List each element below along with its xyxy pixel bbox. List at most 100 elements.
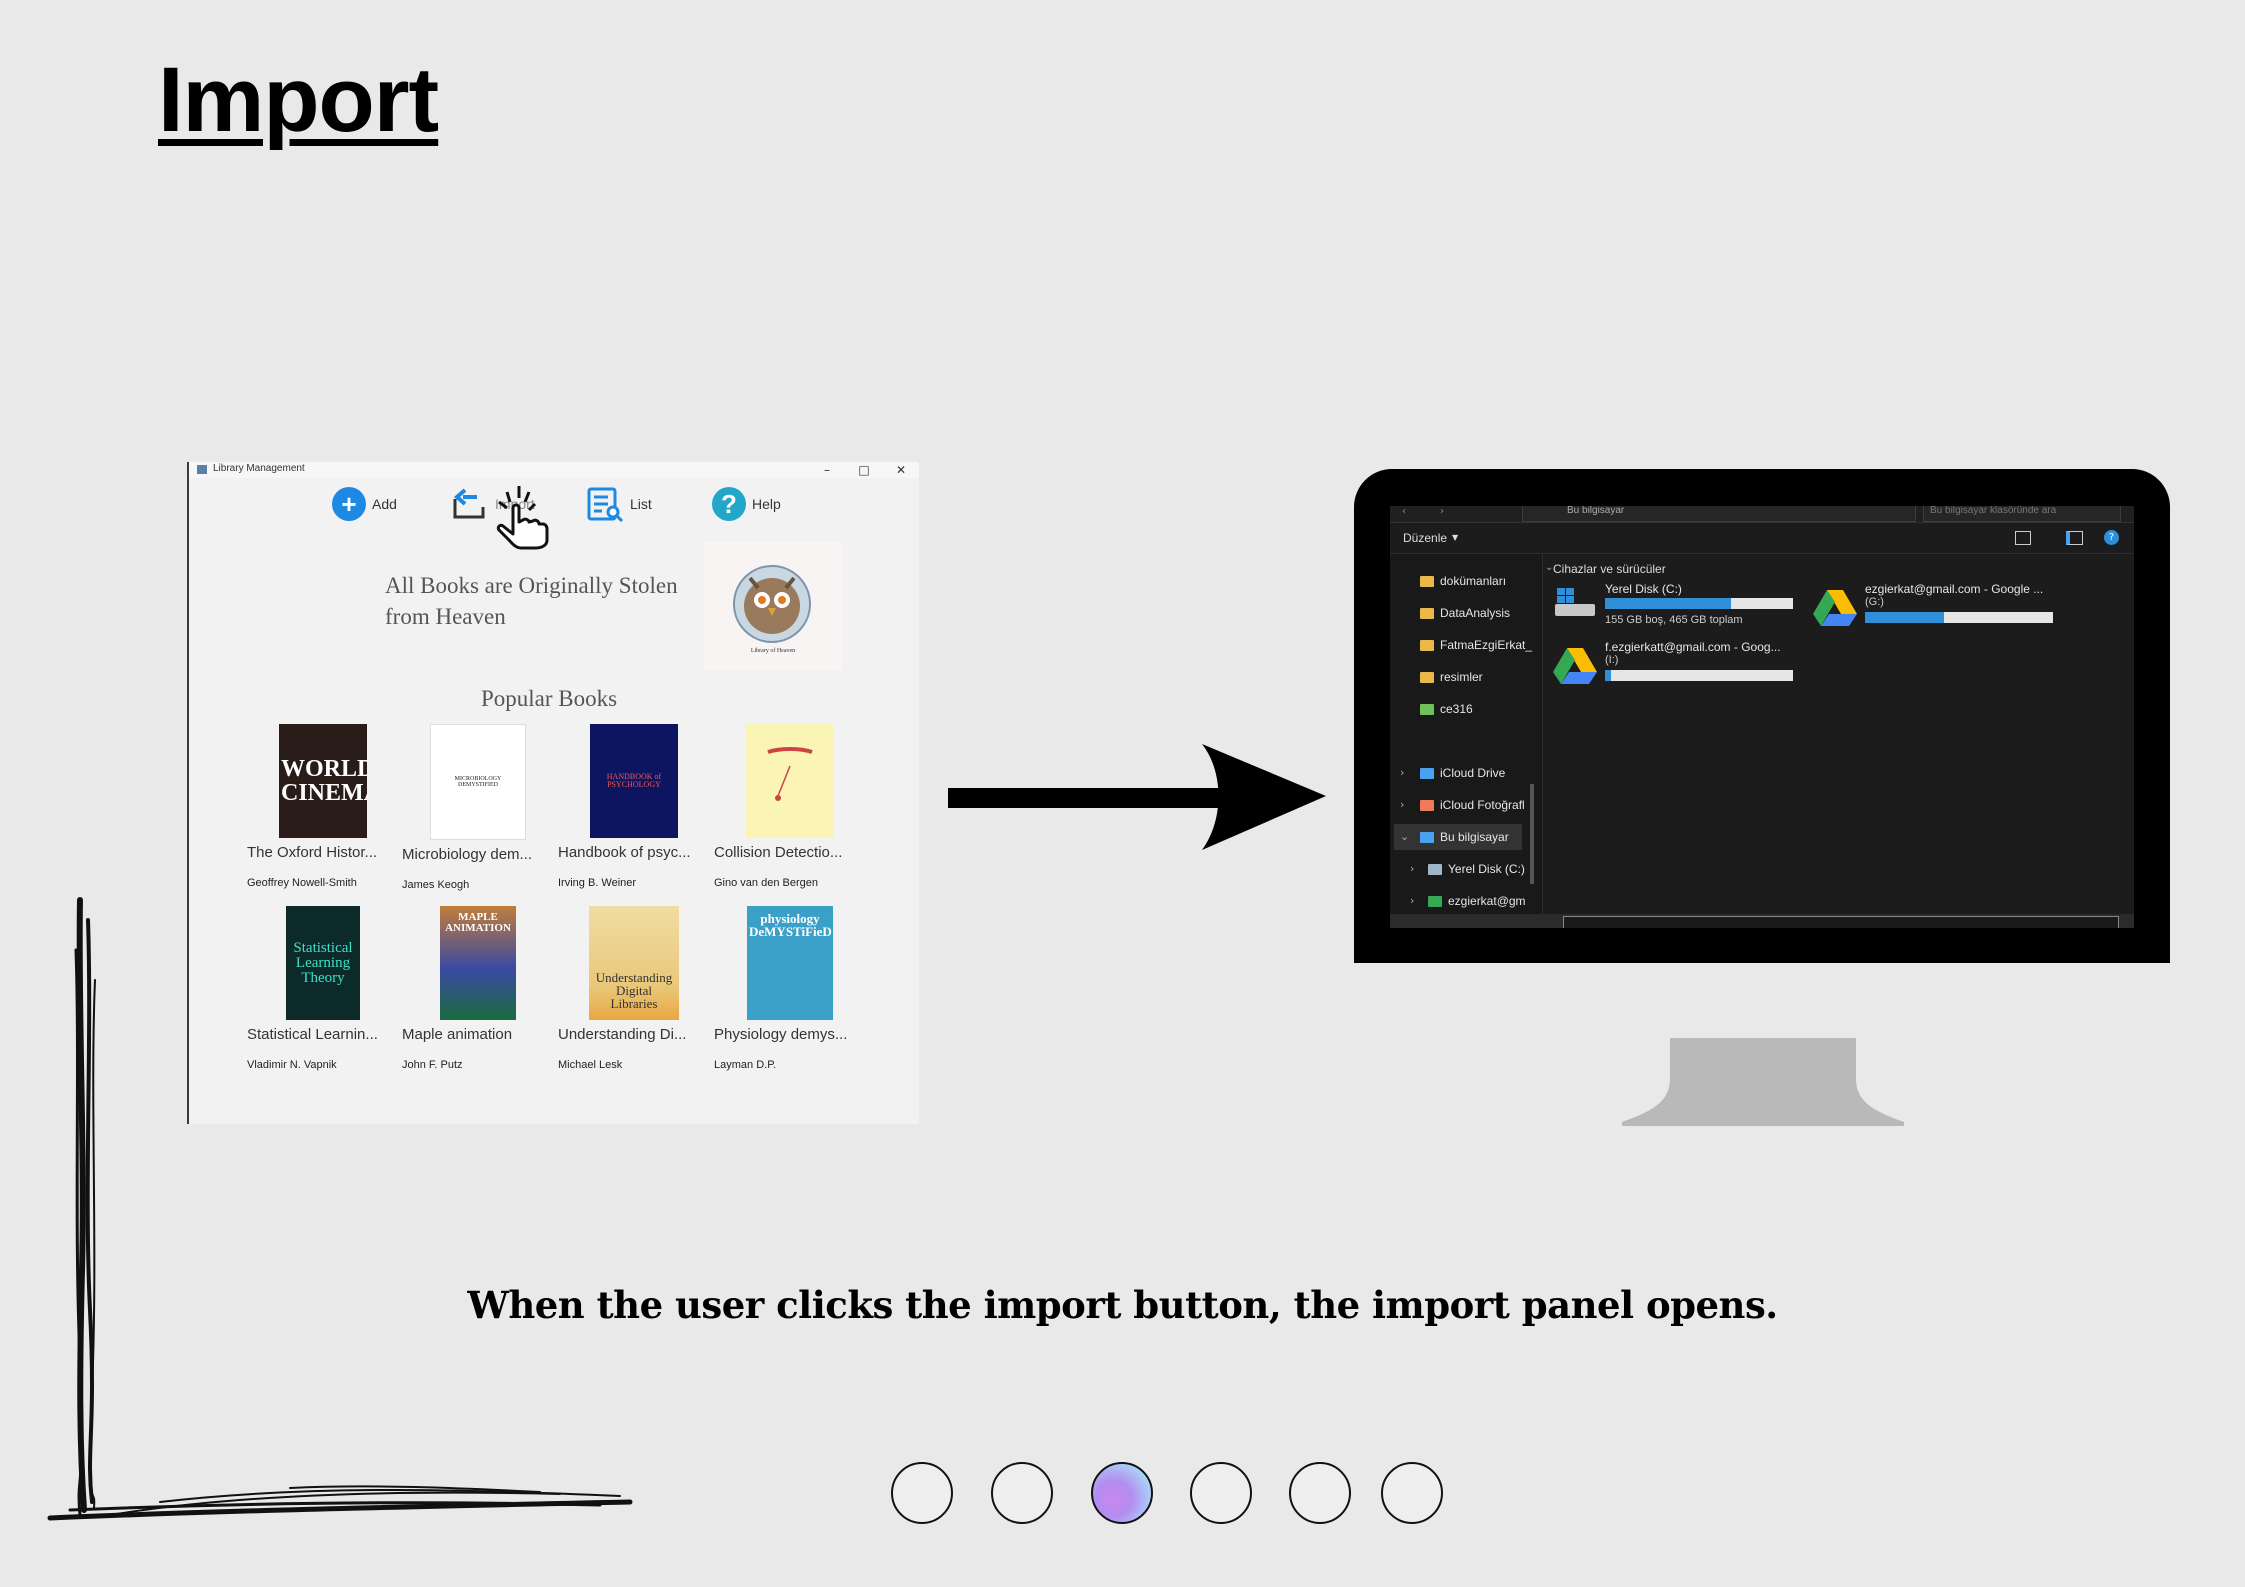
chevron-right-icon[interactable]: › [1400, 798, 1404, 811]
scrollbar[interactable] [1530, 784, 1534, 884]
page-dot-6[interactable] [1381, 1462, 1443, 1524]
plus-icon: + [332, 487, 366, 521]
drive-letter: (I:) [1605, 654, 1619, 666]
book-title: Collision Detectio... [714, 844, 843, 861]
book-card[interactable]: Statistical Learning Theory Statistical … [247, 906, 399, 1071]
back-icon[interactable]: ‹ [1402, 506, 1406, 517]
file-name-bar [1390, 914, 2134, 928]
file-explorer-window: ‹ › Bu bilgisayar Bu bilgisayar klasörün… [1390, 506, 2134, 928]
nav-label: iCloud Fotoğrafl [1440, 798, 1525, 812]
book-cover: HANDBOOK of PSYCHOLOGY [590, 724, 678, 838]
page-dot-2[interactable] [991, 1462, 1053, 1524]
page-dot-3[interactable] [1091, 1462, 1153, 1524]
hard-drive-icon [1555, 588, 1595, 616]
edit-menu-button[interactable]: Düzenle [1403, 531, 1447, 545]
minimize-icon[interactable]: – [818, 462, 836, 478]
nav-item[interactable]: dokümanları [1420, 574, 1506, 588]
file-name-input[interactable] [1563, 916, 2119, 928]
nav-label: resimler [1440, 670, 1483, 684]
nav-item-this-pc[interactable]: Bu bilgisayar [1420, 830, 1509, 844]
forward-icon[interactable]: › [1440, 506, 1444, 517]
folder-icon [1420, 639, 1434, 651]
cover-text: Statistical Learning Theory [293, 939, 353, 986]
book-cover [746, 724, 834, 838]
chevron-right-icon[interactable]: › [1410, 894, 1414, 907]
nav-item[interactable]: ce316 [1420, 702, 1473, 716]
headline: All Books are Originally Stolen from Hea… [385, 573, 678, 629]
nav-item[interactable]: resimler [1420, 670, 1483, 684]
cover-text: MICROBIOLOGY DEMYSTIFIED [454, 776, 502, 788]
close-icon[interactable]: ✕ [892, 462, 910, 478]
book-card[interactable]: MAPLE ANIMATION Maple animation John F. … [402, 906, 554, 1071]
maximize-icon[interactable]: □ [855, 462, 873, 478]
book-cover: physiology DeMYSTiFieD [747, 906, 833, 1020]
nav-label: ezgierkat@gm [1448, 894, 1526, 908]
nav-item[interactable]: iCloud Drive [1420, 766, 1505, 780]
book-cover: MAPLE ANIMATION [440, 906, 516, 1020]
drive-item[interactable]: f.ezgierkatt@gmail.com - Goog... (I:) [1553, 640, 1813, 690]
book-title: Maple animation [402, 1026, 513, 1043]
help-icon[interactable]: ? [2104, 530, 2119, 545]
help-label: Help [752, 496, 781, 512]
chevron-right-icon[interactable]: › [1400, 766, 1404, 779]
add-button[interactable]: + Add [332, 486, 397, 522]
google-drive-icon [1428, 895, 1442, 907]
drive-usage-fill [1865, 612, 1944, 623]
details-pane-icon[interactable] [2066, 531, 2083, 545]
app-window-title: Library Management [213, 463, 305, 474]
nav-item[interactable]: ezgierkat@gm [1428, 894, 1526, 908]
search-input[interactable]: Bu bilgisayar klasöründe ara [1923, 506, 2121, 522]
book-title: Physiology demys... [714, 1026, 848, 1043]
nav-item[interactable]: FatmaEzgiErkat_ [1420, 638, 1532, 652]
book-card[interactable]: physiology DeMYSTiFieD Physiology demys.… [714, 906, 866, 1071]
page-dot-4[interactable] [1190, 1462, 1252, 1524]
chevron-down-icon[interactable]: ⌄ [1400, 830, 1409, 843]
monitor-stand [1622, 1038, 1904, 1126]
book-title: Microbiology dem... [402, 846, 533, 863]
google-drive-icon [1553, 648, 1597, 684]
book-card[interactable]: HANDBOOK of PSYCHOLOGY Handbook of psyc.… [558, 724, 710, 889]
page-dot-1[interactable] [891, 1462, 953, 1524]
nav-item[interactable]: DataAnalysis [1420, 606, 1510, 620]
page-dot-5[interactable] [1289, 1462, 1351, 1524]
nav-label: iCloud Drive [1440, 766, 1506, 780]
book-card[interactable]: MICROBIOLOGY DEMYSTIFIED Microbiology de… [402, 724, 554, 891]
list-button[interactable]: List [586, 486, 652, 522]
nav-label: dokümanları [1440, 574, 1507, 588]
book-author: James Keogh [402, 879, 470, 891]
book-title: The Oxford Histor... [247, 844, 378, 861]
book-cover: Understanding Digital Libraries [589, 906, 679, 1020]
nav-label: FatmaEzgiErkat_ [1440, 638, 1533, 652]
nav-label: ce316 [1440, 702, 1473, 716]
book-author: Geoffrey Nowell-Smith [247, 877, 357, 889]
folder-icon [1420, 671, 1434, 683]
book-card[interactable]: Understanding Digital Libraries Understa… [558, 906, 710, 1071]
navigation-pane: dokümanları DataAnalysis FatmaEzgiErkat_… [1390, 554, 1543, 914]
app-window: Library Management – □ ✕ + Add Import Li… [187, 462, 919, 1124]
slide-caption: When the user clicks the import button, … [467, 1283, 1778, 1327]
drive-info: 155 GB boş, 465 GB toplam [1605, 614, 1743, 626]
drive-item[interactable]: ezgierkat@gmail.com - Google ... (G:) [1813, 582, 2133, 632]
drive-item[interactable]: Yerel Disk (C:) 155 GB boş, 465 GB topla… [1553, 582, 1813, 632]
book-author: Gino van den Bergen [714, 877, 818, 889]
view-icon[interactable] [2015, 531, 2031, 545]
nav-item[interactable]: iCloud Fotoğrafl [1420, 798, 1525, 812]
explorer-content: ⌄ Cihazlar ve sürücüler Yerel Disk (C:) … [1543, 554, 2134, 914]
nav-item[interactable]: Yerel Disk (C:) [1428, 862, 1525, 876]
book-card[interactable]: Collision Detectio... Gino van den Berge… [714, 724, 866, 889]
chevron-right-icon[interactable]: › [1410, 862, 1414, 875]
devices-section-title: Cihazlar ve sürücüler [1553, 562, 1666, 576]
address-bar[interactable]: Bu bilgisayar [1522, 506, 1916, 522]
search-placeholder: Bu bilgisayar klasöründe ara [1930, 506, 2057, 516]
cover-text: WORLD CINEMA [281, 756, 367, 806]
chevron-down-icon: ▼ [1452, 533, 1459, 542]
book-card[interactable]: WORLD CINEMA The Oxford Histor... Geoffr… [247, 724, 399, 889]
list-icon [587, 487, 624, 522]
hand-cursor-icon [496, 486, 549, 550]
cover-text: Understanding Digital Libraries [595, 970, 673, 1011]
nav-label: DataAnalysis [1440, 606, 1511, 620]
book-author: John F. Putz [402, 1059, 463, 1071]
folder-icon [1420, 703, 1434, 715]
help-button[interactable]: ? Help [712, 486, 781, 522]
drive-usage-bar [1605, 670, 1793, 681]
